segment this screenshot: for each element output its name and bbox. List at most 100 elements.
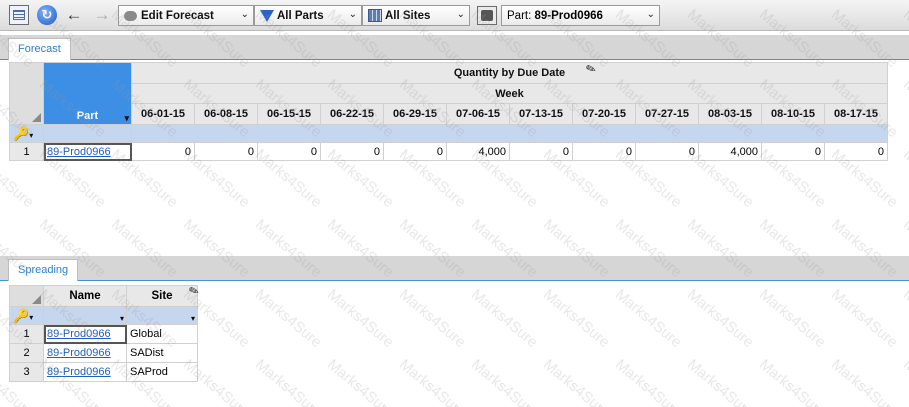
watermark-text: Marks4Sure xyxy=(899,146,909,211)
week-column-header[interactable]: 07-27-15 xyxy=(635,103,699,125)
table-row[interactable]: 2 89-Prod0966 SADist xyxy=(9,343,198,363)
refresh-icon[interactable]: ↻ xyxy=(37,5,57,25)
part-link[interactable]: 89-Prod0966 xyxy=(45,366,111,378)
row-number: 1 xyxy=(9,142,44,161)
watermark-text: Marks4Sure xyxy=(539,356,613,407)
search-key-icon[interactable]: 🔑▾ xyxy=(11,308,33,323)
chevron-down-icon[interactable]: ⌄ xyxy=(457,9,465,20)
name-cell[interactable]: 89-Prod0966 xyxy=(43,324,127,344)
watermark-text: Marks4Sure xyxy=(251,286,325,351)
week-column-header[interactable]: 06-22-15 xyxy=(320,103,384,125)
week-column-header[interactable]: 06-01-15 xyxy=(131,103,195,125)
forecast-grid: Part ▾ Quantity by Due Date Week 06-01-15… xyxy=(9,62,888,161)
name-cell[interactable]: 89-Prod0966 xyxy=(43,343,127,363)
watermark-text: Marks4Sure xyxy=(251,356,325,407)
quantity-cell[interactable]: 4,000 xyxy=(446,142,510,161)
week-sub-header: Week xyxy=(131,83,888,104)
chevron-down-icon[interactable]: ▾ xyxy=(191,314,195,323)
sites-filter-label: All Sites xyxy=(385,9,431,22)
part-column-header[interactable]: Part ▾ xyxy=(43,62,132,125)
quantity-cell[interactable]: 0 xyxy=(194,142,258,161)
week-column-header[interactable]: 07-06-15 xyxy=(446,103,510,125)
grid-view-icon[interactable] xyxy=(9,5,29,25)
part-link[interactable]: 89-Prod0966 xyxy=(45,146,111,158)
back-arrow-icon[interactable]: ← xyxy=(64,5,84,25)
search-key-cell[interactable]: 🔑▾ xyxy=(9,306,44,325)
quantity-cell[interactable]: 0 xyxy=(761,142,825,161)
watermark-text: Marks4Sure xyxy=(611,286,685,351)
watermark-text: Marks4Sure xyxy=(899,356,909,407)
quantity-cell[interactable]: 0 xyxy=(635,142,699,161)
quantity-cell[interactable]: 0 xyxy=(572,142,636,161)
site-cell[interactable]: SADist xyxy=(126,343,198,363)
watermark-text: Marks4Sure xyxy=(683,356,757,407)
watermark-text: Marks4Sure xyxy=(827,286,901,351)
name-filter-cell[interactable]: ▾ xyxy=(43,306,127,325)
part-icon[interactable] xyxy=(477,6,497,25)
part-selector-dropdown[interactable]: Part: 89-Prod0966 ⌄ xyxy=(501,5,660,26)
forward-arrow-icon[interactable]: → xyxy=(92,5,112,25)
chevron-down-icon[interactable]: ▾ xyxy=(124,113,129,124)
quantity-cell[interactable]: 0 xyxy=(509,142,573,161)
tab-forecast[interactable]: Forecast xyxy=(8,38,71,60)
watermark-text: Marks4Sure xyxy=(611,356,685,407)
grid-corner[interactable] xyxy=(9,285,44,307)
site-cell[interactable]: SAProd xyxy=(126,362,198,382)
week-column-header[interactable]: 08-10-15 xyxy=(761,103,825,125)
part-link[interactable]: 89-Prod0966 xyxy=(45,328,111,340)
quantity-cell[interactable]: 0 xyxy=(824,142,888,161)
week-column-header[interactable]: 08-03-15 xyxy=(698,103,762,125)
name-column-header[interactable]: Name xyxy=(43,285,127,307)
watermark-text: Marks4Sure xyxy=(755,356,829,407)
forecast-tabstrip: Forecast xyxy=(0,35,909,60)
chevron-down-icon[interactable]: ▾ xyxy=(120,314,124,323)
edit-forecast-dropdown[interactable]: Edit Forecast ⌄ xyxy=(118,5,254,26)
week-column-header[interactable]: 07-13-15 xyxy=(509,103,573,125)
week-column-header[interactable]: 07-20-15 xyxy=(572,103,636,125)
part-filter-cell[interactable] xyxy=(43,124,132,143)
part-prefix: Part: xyxy=(507,9,535,22)
week-column-header[interactable]: 08-17-15 xyxy=(824,103,888,125)
watermark-text: Marks4Sure xyxy=(395,356,469,407)
sites-filter-dropdown[interactable]: All Sites ⌄ xyxy=(362,5,470,26)
watermark-text: Marks4Sure xyxy=(899,286,909,351)
watermark-text: Marks4Sure xyxy=(323,286,397,351)
chevron-down-icon[interactable]: ⌄ xyxy=(647,9,655,20)
part-value: 89-Prod0966 xyxy=(534,9,603,22)
name-cell[interactable]: 89-Prod0966 xyxy=(43,362,127,382)
part-selector-label: Part: 89-Prod0966 xyxy=(507,10,603,22)
tab-spreading[interactable]: Spreading xyxy=(8,259,79,281)
part-cell[interactable]: 89-Prod0966 xyxy=(43,142,132,161)
part-link[interactable]: 89-Prod0966 xyxy=(45,347,111,359)
week-column-header[interactable]: 06-29-15 xyxy=(383,103,447,125)
search-key-icon[interactable]: 🔑▾ xyxy=(11,126,33,141)
chat-bubble-icon xyxy=(123,8,138,23)
table-row[interactable]: 1 89-Prod0966 0 0 0 0 0 4,000 0 0 0 4,000 0 0 xyxy=(9,142,888,161)
table-row[interactable]: 1 89-Prod0966 Global xyxy=(9,324,198,344)
parts-filter-dropdown[interactable]: All Parts ⌄ xyxy=(254,5,362,26)
search-key-cell[interactable]: 🔑▾ xyxy=(9,124,44,143)
quantity-cell[interactable]: 4,000 xyxy=(698,142,762,161)
quantity-cell[interactable]: 0 xyxy=(257,142,321,161)
grid-corner[interactable] xyxy=(9,62,44,125)
week-column-header[interactable]: 06-15-15 xyxy=(257,103,321,125)
row-number: 3 xyxy=(9,362,44,382)
toolbar: ↻ ← → Edit Forecast ⌄ All Parts ⌄ All Si… xyxy=(0,0,909,31)
table-row[interactable]: 3 89-Prod0966 SAProd xyxy=(9,362,198,382)
site-cell[interactable]: Global xyxy=(126,324,198,344)
week-column-header[interactable]: 06-08-15 xyxy=(194,103,258,125)
site-filter-cell[interactable]: ▾ xyxy=(126,306,198,325)
watermark-text: Marks4Sure xyxy=(467,356,541,407)
quantity-cell[interactable]: 0 xyxy=(383,142,447,161)
watermark-text: Marks4Sure xyxy=(827,356,901,407)
quantity-cell[interactable]: 0 xyxy=(131,142,195,161)
quantity-group-header: Quantity by Due Date xyxy=(131,62,888,84)
watermark-text: Marks4Sure xyxy=(323,356,397,407)
parts-filter-label: All Parts xyxy=(277,9,324,22)
chevron-down-icon[interactable]: ⌄ xyxy=(349,9,357,20)
quantity-cell[interactable]: 0 xyxy=(320,142,384,161)
week-filter-cells xyxy=(131,124,888,143)
spreading-grid: Name Site 🔑▾ ▾ ▾ 1 89-Prod0966 Global 2 89-P… xyxy=(9,285,198,382)
filter-funnel-icon xyxy=(260,9,274,22)
chevron-down-icon[interactable]: ⌄ xyxy=(241,9,249,20)
